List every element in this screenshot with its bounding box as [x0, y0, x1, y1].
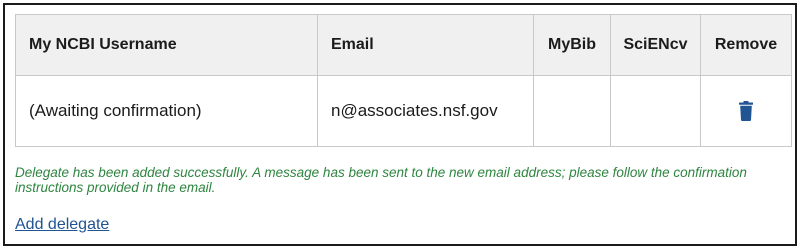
add-delegate-link[interactable]: Add delegate	[15, 216, 109, 234]
header-sciencv: SciENcv	[610, 14, 701, 76]
trash-icon[interactable]	[739, 101, 753, 122]
table-row: (Awaiting confirmation) n@associates.nsf…	[15, 75, 792, 147]
success-message: Delegate has been added successfully. A …	[15, 165, 747, 195]
cell-email: n@associates.nsf.gov	[317, 75, 534, 147]
table-header-row: My NCBI Username Email MyBib SciENcv Rem…	[15, 14, 792, 76]
cell-sciencv[interactable]	[610, 75, 701, 147]
header-mybib: MyBib	[533, 14, 611, 76]
delegates-table: My NCBI Username Email MyBib SciENcv Rem…	[15, 14, 792, 147]
header-username: My NCBI Username	[15, 14, 318, 76]
header-email: Email	[317, 14, 534, 76]
cell-remove	[700, 75, 792, 147]
header-remove: Remove	[700, 14, 792, 76]
delegates-panel: My NCBI Username Email MyBib SciENcv Rem…	[3, 3, 797, 246]
cell-username: (Awaiting confirmation)	[15, 75, 318, 147]
cell-mybib[interactable]	[533, 75, 611, 147]
